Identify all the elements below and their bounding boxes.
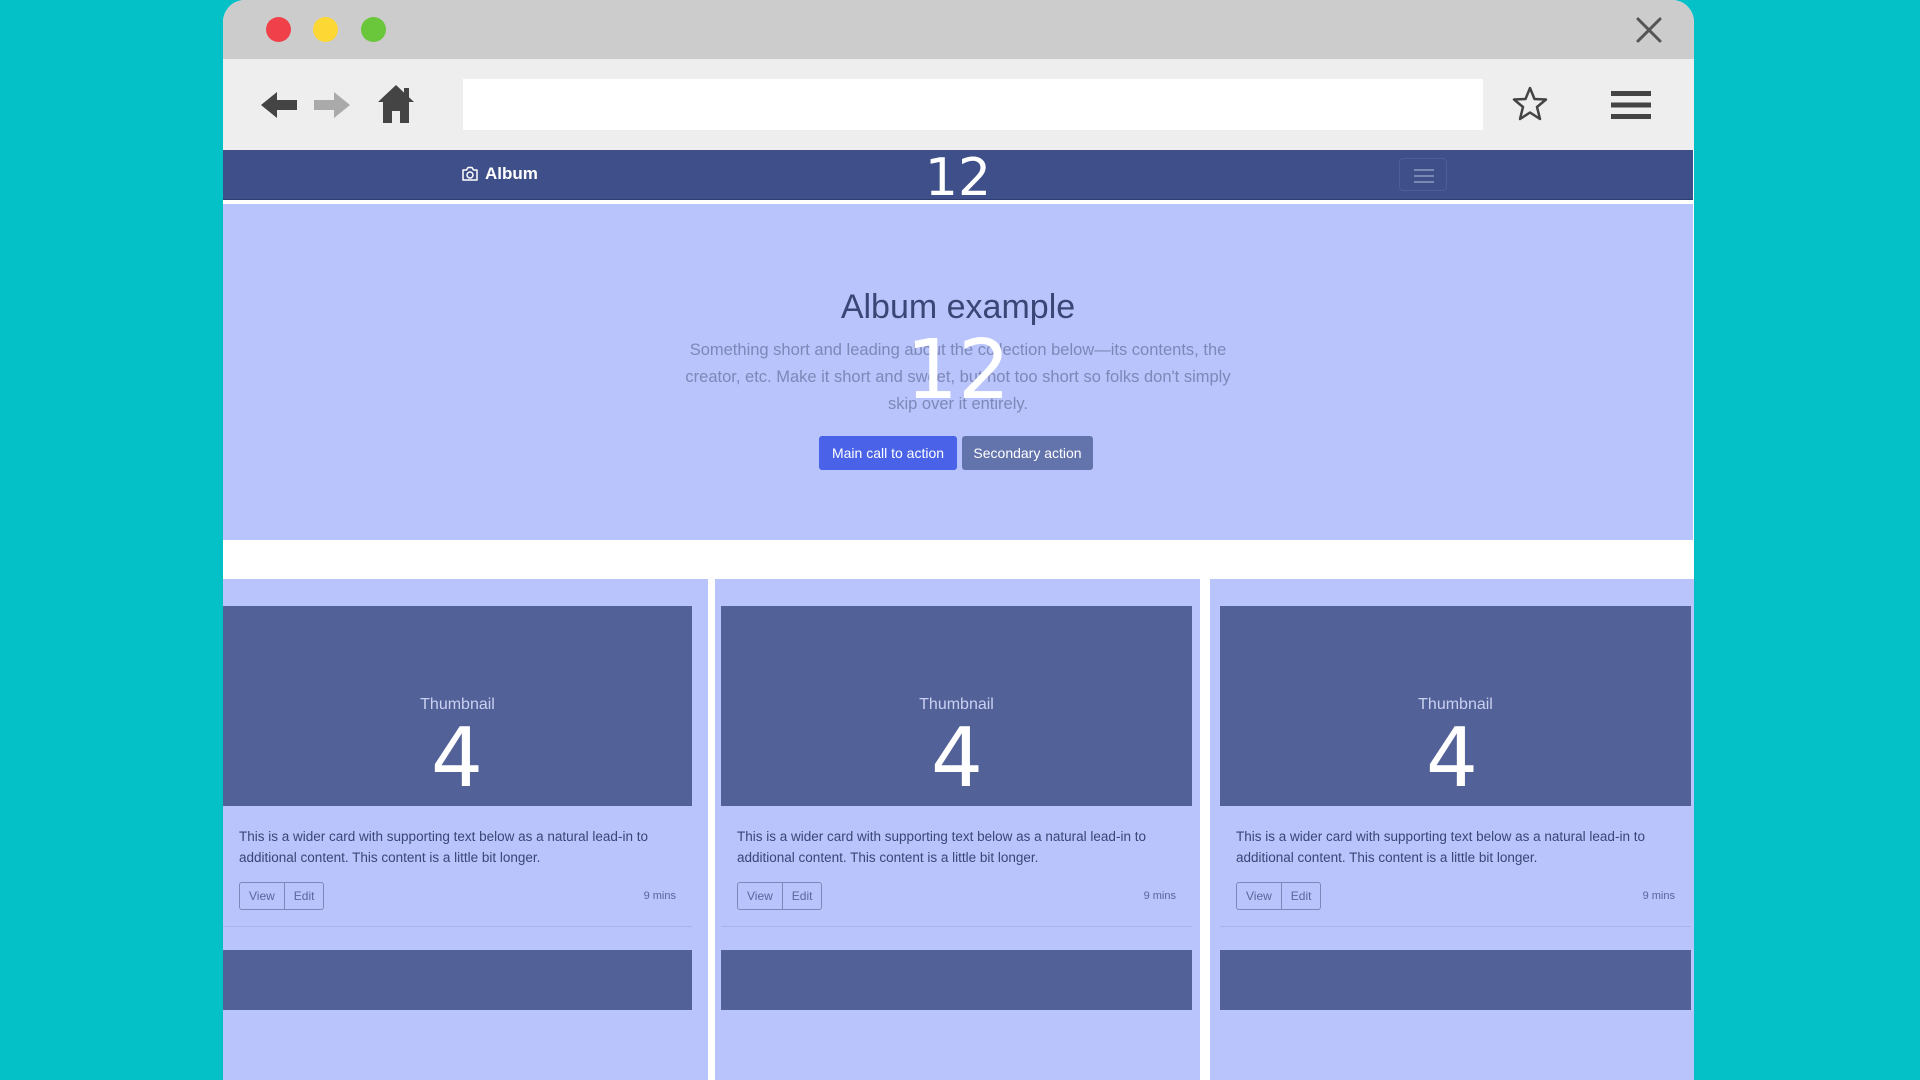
card-column-number: 4 xyxy=(430,711,484,806)
card-button-group: View Edit xyxy=(1236,882,1322,910)
navbar-column-number: 12 xyxy=(924,148,992,208)
maximize-window-dot[interactable] xyxy=(361,17,386,42)
card-thumbnail: Thumbnail 4 xyxy=(223,606,692,806)
card-column: Thumbnail 4 This is a wider card with su… xyxy=(223,579,708,1080)
bookmark-star-icon[interactable] xyxy=(1511,85,1549,123)
view-button[interactable]: View xyxy=(1236,882,1282,910)
edit-button[interactable]: Edit xyxy=(1281,882,1322,910)
card-text: This is a wider card with supporting tex… xyxy=(239,829,648,865)
secondary-action-button[interactable]: Secondary action xyxy=(962,436,1093,470)
card-thumbnail: Thumbnail 4 xyxy=(1220,606,1691,806)
brand-text: Album xyxy=(485,164,538,183)
hamburger-menu-icon[interactable] xyxy=(1611,89,1651,121)
minimize-window-dot[interactable] xyxy=(313,17,338,42)
card-time: 9 mins xyxy=(1143,890,1176,902)
card-column: Thumbnail 4 This is a wider card with su… xyxy=(715,579,1200,1080)
card-time: 9 mins xyxy=(643,890,676,902)
hero-column-number: 12 xyxy=(905,323,1011,418)
navbar-toggler-button[interactable] xyxy=(1399,158,1447,191)
card-body: This is a wider card with supporting tex… xyxy=(1220,806,1691,927)
browser-window: Album 12 Album example Something short a… xyxy=(223,0,1694,1080)
card-thumbnail xyxy=(1220,950,1691,1010)
card-button-group: View Edit xyxy=(239,882,325,910)
edit-button[interactable]: Edit xyxy=(782,882,823,910)
view-button[interactable]: View xyxy=(737,882,783,910)
hero-section: Album example Something short and leadin… xyxy=(223,204,1693,540)
card-thumbnail xyxy=(721,950,1192,1010)
card-body: This is a wider card with supporting tex… xyxy=(223,806,692,927)
card-column-number: 4 xyxy=(930,711,984,806)
camera-icon xyxy=(462,166,478,181)
brand-link[interactable]: Album xyxy=(461,164,538,184)
url-bar[interactable] xyxy=(463,79,1483,130)
card-column-number: 4 xyxy=(1425,711,1479,806)
edit-button[interactable]: Edit xyxy=(284,882,325,910)
main-call-to-action-button[interactable]: Main call to action xyxy=(819,436,957,470)
card-text: This is a wider card with supporting tex… xyxy=(737,829,1146,865)
close-window-dot[interactable] xyxy=(266,17,291,42)
card-body: This is a wider card with supporting tex… xyxy=(721,806,1192,927)
card-thumbnail: Thumbnail 4 xyxy=(721,606,1192,806)
back-arrow-icon[interactable] xyxy=(259,89,299,121)
home-icon[interactable] xyxy=(376,83,416,125)
card-button-group: View Edit xyxy=(737,882,823,910)
title-bar xyxy=(223,0,1694,59)
browser-toolbar xyxy=(223,59,1694,150)
forward-arrow-icon[interactable] xyxy=(312,89,352,121)
card-column: Thumbnail 4 This is a wider card with su… xyxy=(1210,579,1694,1080)
card-thumbnail xyxy=(223,950,692,1010)
hero-title: Album example xyxy=(840,288,1076,326)
site-navbar: Album 12 xyxy=(223,150,1693,204)
card-time: 9 mins xyxy=(1642,890,1675,902)
view-button[interactable]: View xyxy=(239,882,285,910)
card-text: This is a wider card with supporting tex… xyxy=(1236,829,1645,865)
close-icon[interactable] xyxy=(1634,15,1664,45)
